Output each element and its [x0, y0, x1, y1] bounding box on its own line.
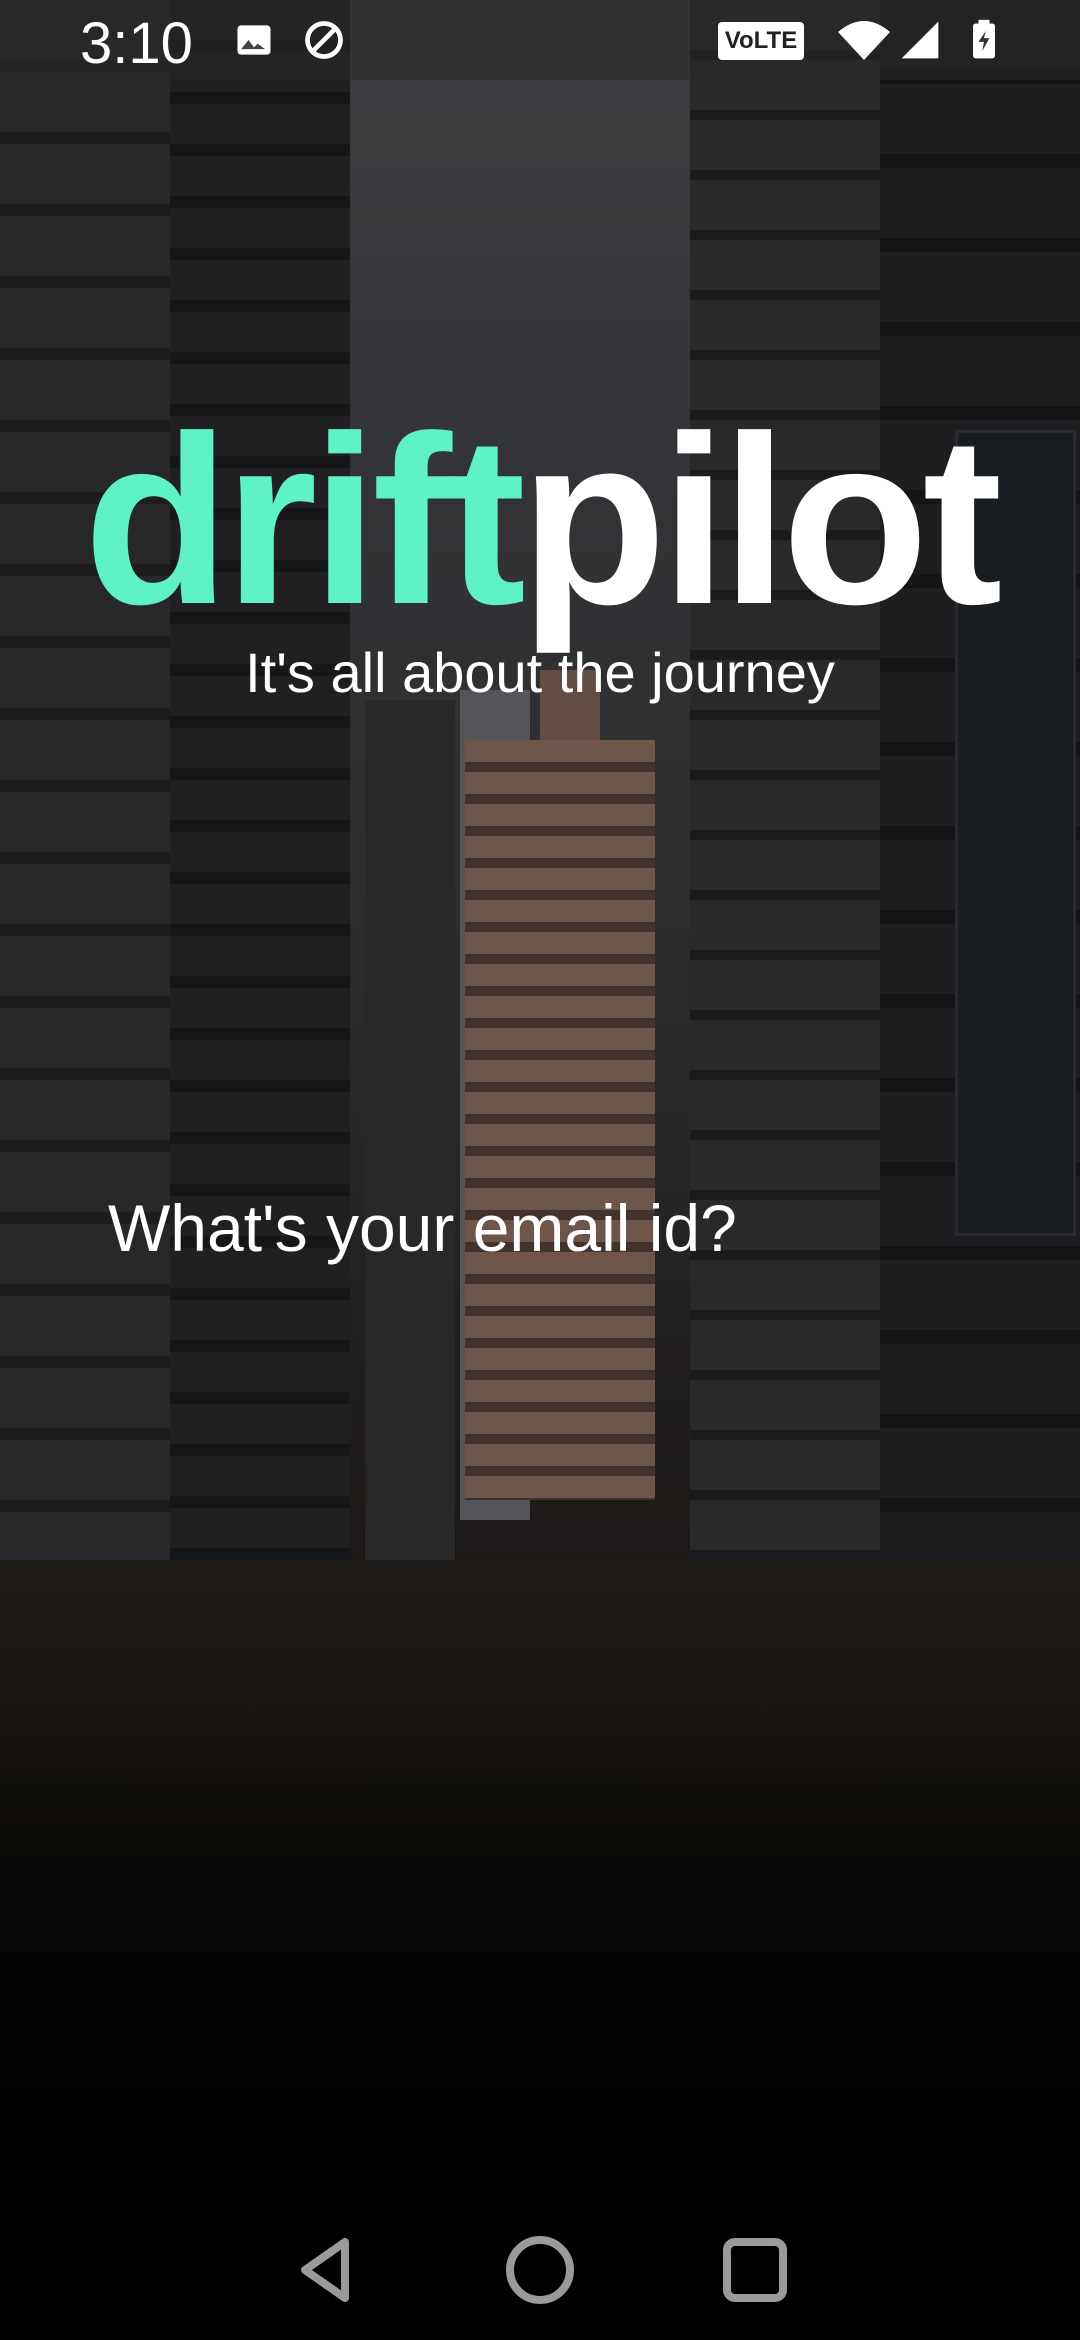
home-icon[interactable]	[500, 2230, 580, 2310]
wifi-icon	[838, 21, 890, 60]
signal-icon	[901, 21, 939, 59]
status-time: 3:10	[80, 11, 193, 76]
tagline: It's all about the journey	[245, 641, 835, 704]
email-question-label: What's your email id?	[108, 1191, 737, 1265]
do-not-disturb-icon	[305, 21, 343, 59]
battery-icon	[973, 19, 995, 59]
image-icon	[237, 25, 271, 55]
back-icon[interactable]	[285, 2230, 365, 2310]
logo-part-drift: drift	[83, 386, 526, 654]
app-logo: driftpilot	[0, 400, 1080, 640]
system-nav-bar	[0, 2200, 1080, 2340]
recents-icon[interactable]	[715, 2230, 795, 2310]
logo-part-pilot: pilot	[520, 386, 1002, 654]
volte-badge: VoLTE	[718, 22, 804, 60]
status-bar: 3:10 VoLTE	[0, 0, 1080, 80]
